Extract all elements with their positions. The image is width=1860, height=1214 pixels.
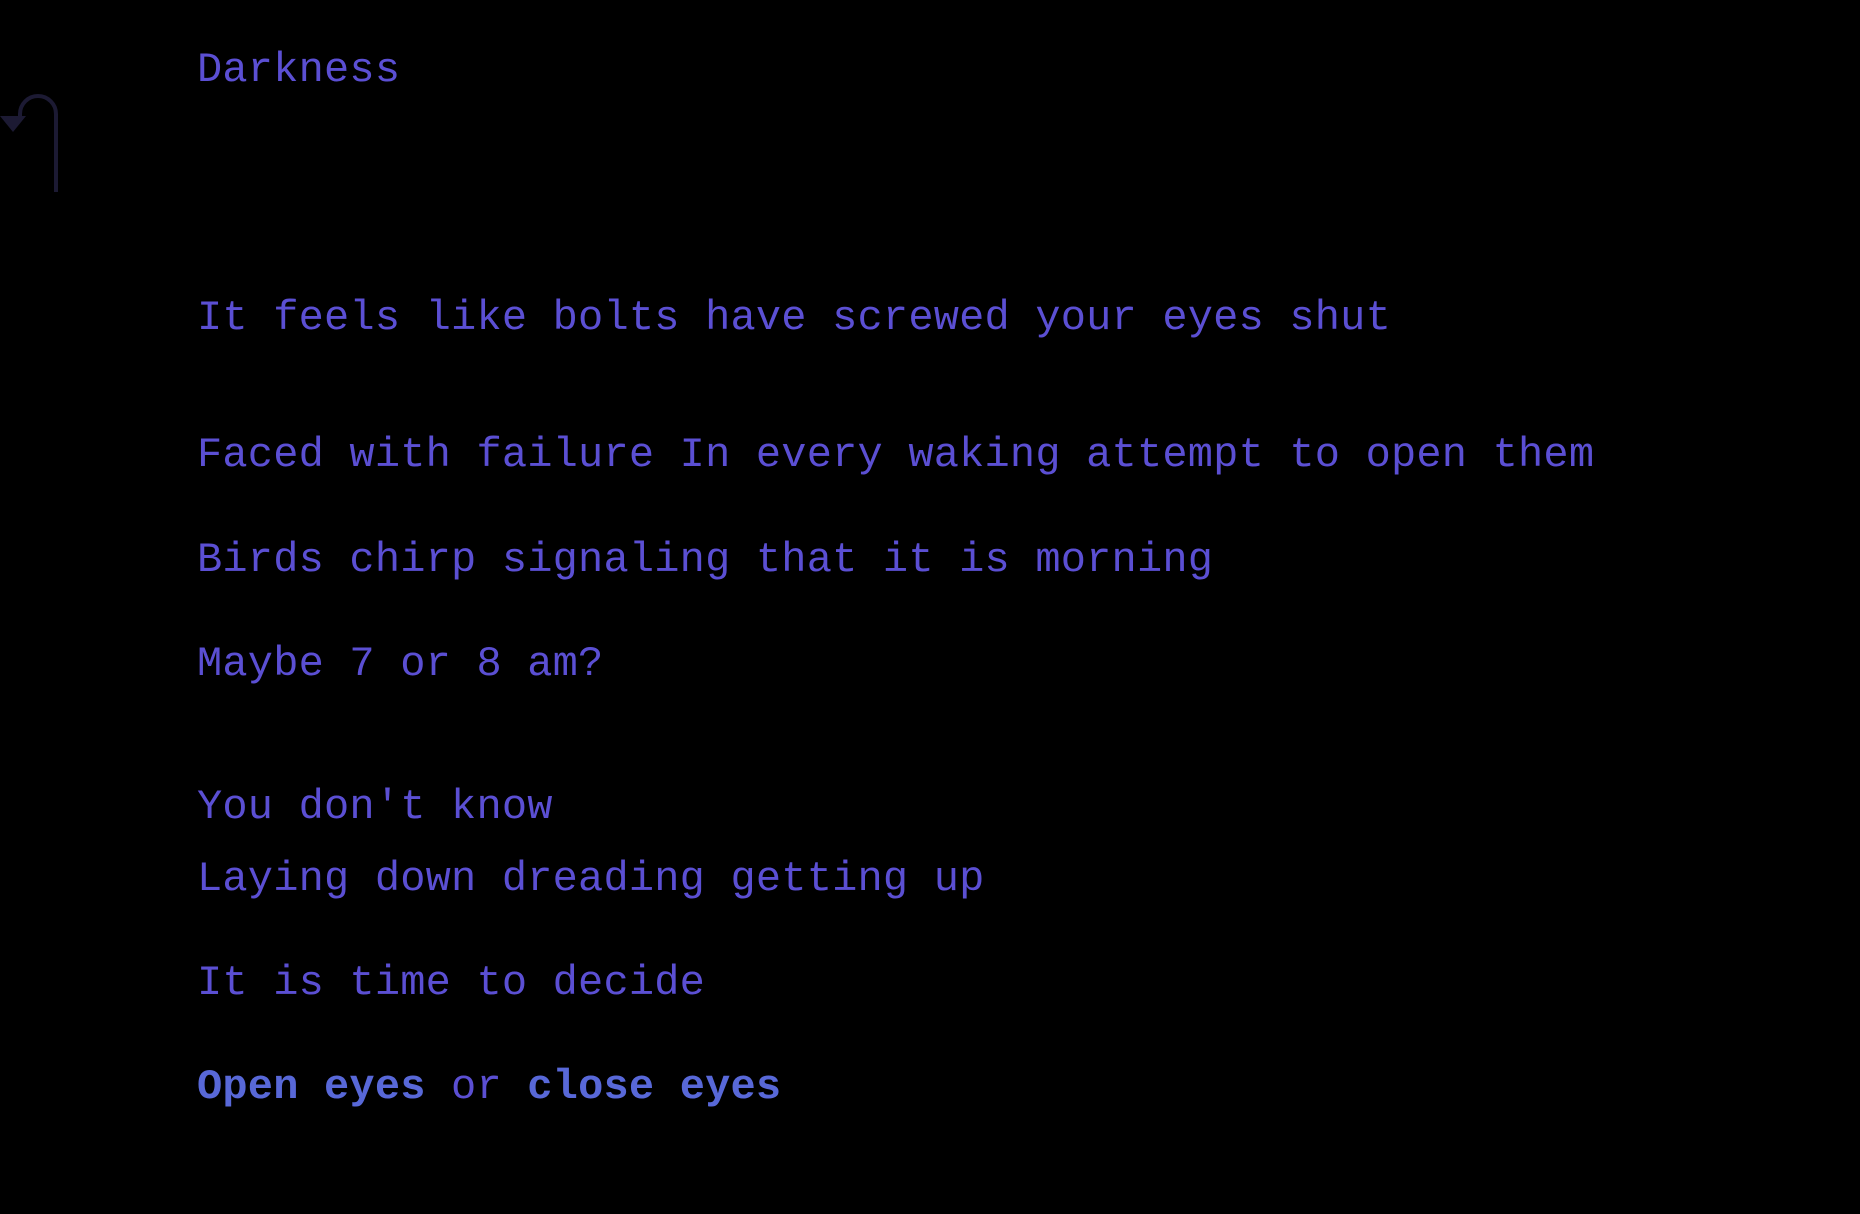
- close-eyes-link[interactable]: close eyes: [527, 1063, 781, 1111]
- passage-line-1: It feels like bolts have screwed your ey…: [197, 294, 1391, 342]
- choice-line: Open eyes or close eyes: [197, 1062, 781, 1112]
- back-button[interactable]: [0, 74, 62, 196]
- passage-line-6: Laying down dreading getting up: [197, 855, 985, 903]
- undo-arrow-icon: [0, 94, 58, 192]
- passage-line-3: Birds chirp signaling that it is morning: [197, 536, 1214, 584]
- passage-title: Darkness: [197, 46, 401, 94]
- passage-line-5: You don't know: [197, 783, 553, 831]
- open-eyes-link[interactable]: Open eyes: [197, 1063, 426, 1111]
- passage-line-4: Maybe 7 or 8 am?: [197, 640, 604, 688]
- passage-line-2: Faced with failure In every waking attem…: [197, 431, 1595, 479]
- passage-line-7: It is time to decide: [197, 959, 706, 1007]
- choice-separator: or: [425, 1063, 528, 1111]
